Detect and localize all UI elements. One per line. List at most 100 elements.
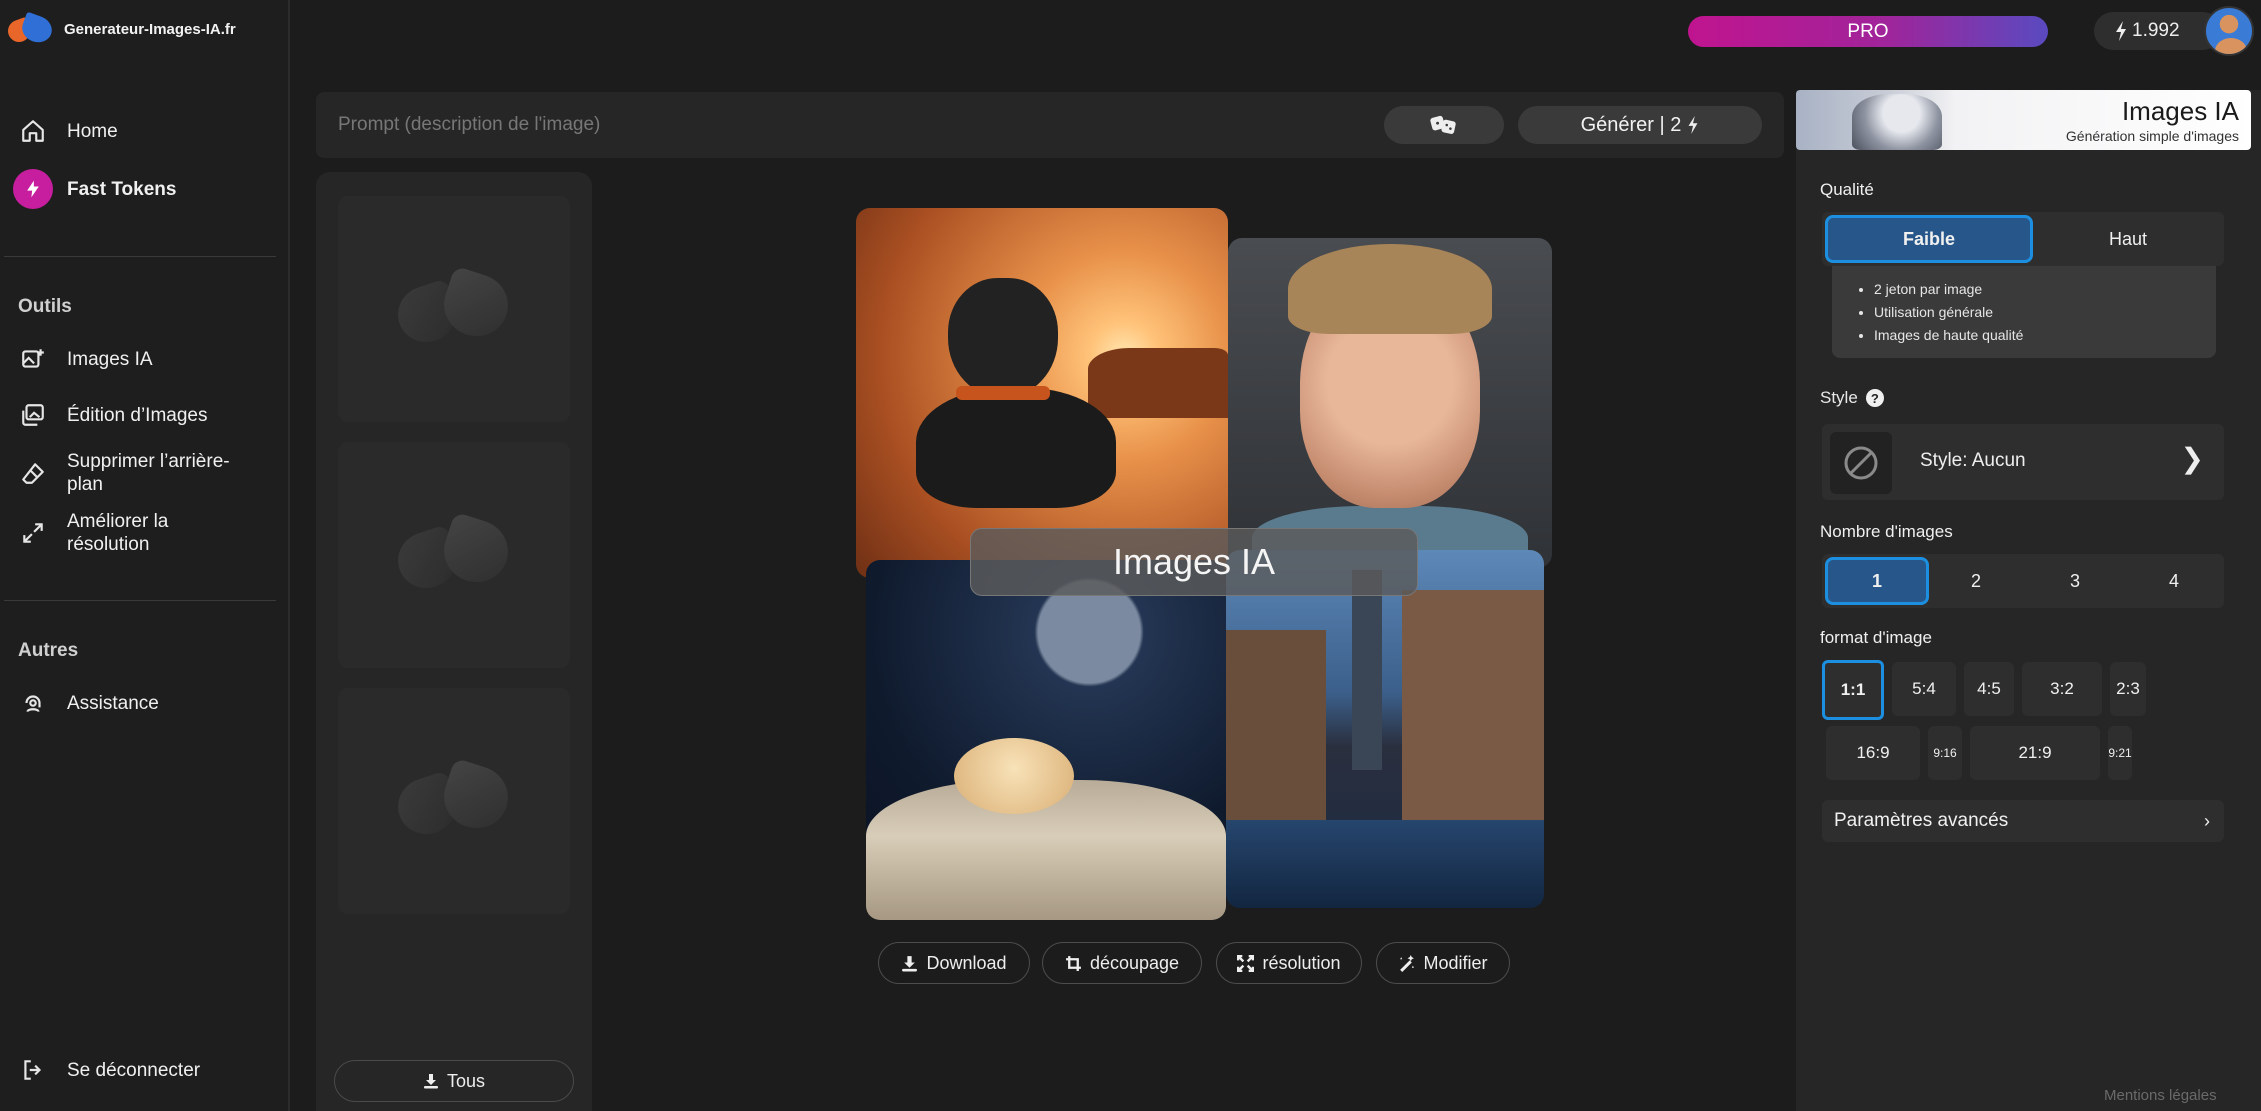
quality-info-item: Images de haute qualité (1874, 324, 2216, 347)
sidebar-item-assistance[interactable]: Assistance (0, 686, 280, 720)
legal-link[interactable]: Mentions légales (2104, 1087, 2217, 1104)
support-icon (16, 686, 50, 720)
advanced-settings-toggle[interactable]: Paramètres avancés › (1822, 800, 2224, 842)
generate-button[interactable]: Générer | 2 (1518, 106, 1762, 144)
style-selector[interactable]: Style: Aucun ❯ (1822, 424, 2224, 500)
chevron-right-icon: › (2204, 810, 2210, 831)
bolt-icon (13, 169, 53, 209)
image-plus-icon (16, 342, 50, 376)
sidebar-item-label: Images IA (67, 348, 153, 370)
format-option-9-21[interactable]: 9:21 (2108, 726, 2132, 780)
bolt-icon (2116, 21, 2126, 41)
sidebar-item-edition[interactable]: Édition d’Images (0, 398, 280, 432)
sidebar-item-label: Améliorer la résolution (67, 511, 169, 555)
home-icon (16, 114, 50, 148)
panel-title: Images IA (2121, 96, 2239, 126)
crop-icon (1066, 955, 1081, 971)
download-all-button[interactable]: Tous (334, 1060, 574, 1102)
site-name: Generateur-Images-IA.fr (64, 20, 236, 38)
style-label-row: Style ? (1820, 388, 1884, 408)
expand-icon (1237, 954, 1255, 972)
bolt-icon (1688, 116, 1698, 134)
logo-placeholder-icon (390, 511, 517, 596)
crop-label: découpage (1089, 952, 1180, 973)
expand-icon (16, 516, 50, 550)
prompt-input[interactable] (338, 109, 1338, 141)
sidebar-item-images-ia[interactable]: Images IA (0, 342, 280, 376)
modify-button[interactable]: Modifier (1376, 942, 1510, 984)
avatar[interactable] (2204, 6, 2254, 56)
format-option-4-5[interactable]: 4:5 (1964, 662, 2014, 716)
format-option-9-16[interactable]: 9:16 (1928, 726, 1962, 780)
sidebar-item-home[interactable]: Home (0, 114, 280, 148)
history-panel: Tous (316, 172, 592, 1111)
format-option-5-4[interactable]: 5:4 (1892, 662, 1956, 716)
format-label: format d'image (1820, 628, 1932, 647)
help-icon[interactable]: ? (1865, 389, 1884, 407)
logo-icon (4, 11, 56, 47)
header-illustration (1852, 94, 1942, 150)
format-option-1-1[interactable]: 1:1 (1822, 660, 1884, 720)
style-label: Style (1820, 388, 1858, 407)
brand-logo[interactable]: Generateur-Images-IA.fr (4, 11, 236, 47)
resolution-label: résolution (1262, 952, 1341, 973)
download-all-label: Tous (446, 1070, 486, 1091)
sidebar-item-upscale[interactable]: Améliorer la résolution (0, 510, 280, 556)
no-style-icon (1844, 446, 1878, 480)
quality-selector: Faible Haut (1822, 212, 2224, 266)
count-option-4[interactable]: 4 (2122, 557, 2226, 605)
quality-option-haut[interactable]: Haut (2036, 215, 2220, 263)
sidebar-item-label: Supprimer l’arrière-plan (67, 451, 230, 495)
style-value: Style: Aucun (1920, 450, 2026, 471)
quality-option-faible[interactable]: Faible (1825, 215, 2033, 263)
collage-label: Images IA (970, 528, 1418, 596)
sidebar-divider (4, 256, 276, 257)
history-placeholder[interactable] (338, 442, 570, 668)
format-option-3-2[interactable]: 3:2 (2022, 662, 2102, 716)
count-option-3[interactable]: 3 (2023, 557, 2127, 605)
sidebar-item-label: Édition d’Images (67, 404, 208, 426)
logout-button[interactable]: Se déconnecter (0, 1053, 280, 1087)
example-image-dog-mars (856, 208, 1228, 578)
format-option-2-3[interactable]: 2:3 (2110, 662, 2146, 716)
sidebar-item-label: Fast Tokens (67, 178, 177, 200)
chevron-right-icon: ❯ (2180, 443, 2204, 474)
sidebar-item-label: Assistance (67, 692, 159, 714)
images-edit-icon (16, 398, 50, 432)
generate-label: Générer | 2 (1580, 113, 1682, 136)
resolution-button[interactable]: résolution (1216, 942, 1362, 984)
example-image-cat-moon (866, 560, 1226, 920)
logout-label: Se déconnecter (67, 1059, 201, 1081)
count-option-1[interactable]: 1 (1825, 557, 1929, 605)
quality-label: Qualité (1820, 180, 1874, 199)
token-balance[interactable]: 1.992 (2094, 12, 2222, 50)
history-placeholder[interactable] (338, 688, 570, 914)
settings-panel: Images IA Génération simple d'images Qua… (1796, 90, 2261, 1111)
download-icon (902, 955, 918, 971)
dice-icon (1430, 115, 1456, 134)
format-option-16-9[interactable]: 16:9 (1826, 726, 1920, 780)
example-image-canal-city (1226, 550, 1544, 908)
sidebar-item-fast-tokens[interactable]: Fast Tokens (0, 169, 280, 209)
count-option-2[interactable]: 2 (1924, 557, 2028, 605)
random-prompt-button[interactable] (1384, 106, 1504, 144)
download-button[interactable]: Download (878, 942, 1030, 984)
token-count: 1.992 (2132, 20, 2180, 41)
quality-info-item: Utilisation générale (1874, 301, 2216, 324)
quality-info: 2 jeton par image Utilisation générale I… (1832, 266, 2216, 358)
logout-icon (16, 1053, 50, 1087)
advanced-settings-label: Paramètres avancés (1834, 810, 2009, 831)
logo-placeholder-icon (390, 757, 517, 842)
sidebar-divider (4, 600, 276, 601)
modify-label: Modifier (1423, 952, 1488, 973)
section-title-tools: Outils (18, 296, 72, 317)
pro-button[interactable]: PRO (1688, 16, 2048, 47)
eraser-icon (16, 456, 50, 490)
panel-subtitle: Génération simple d'images (2065, 128, 2239, 144)
sidebar-item-remove-background[interactable]: Supprimer l’arrière-plan (0, 450, 280, 496)
style-thumbnail (1830, 432, 1892, 494)
format-option-21-9[interactable]: 21:9 (1970, 726, 2100, 780)
history-placeholder[interactable] (338, 196, 570, 422)
crop-button[interactable]: découpage (1042, 942, 1202, 984)
quality-info-item: 2 jeton par image (1874, 278, 2216, 301)
